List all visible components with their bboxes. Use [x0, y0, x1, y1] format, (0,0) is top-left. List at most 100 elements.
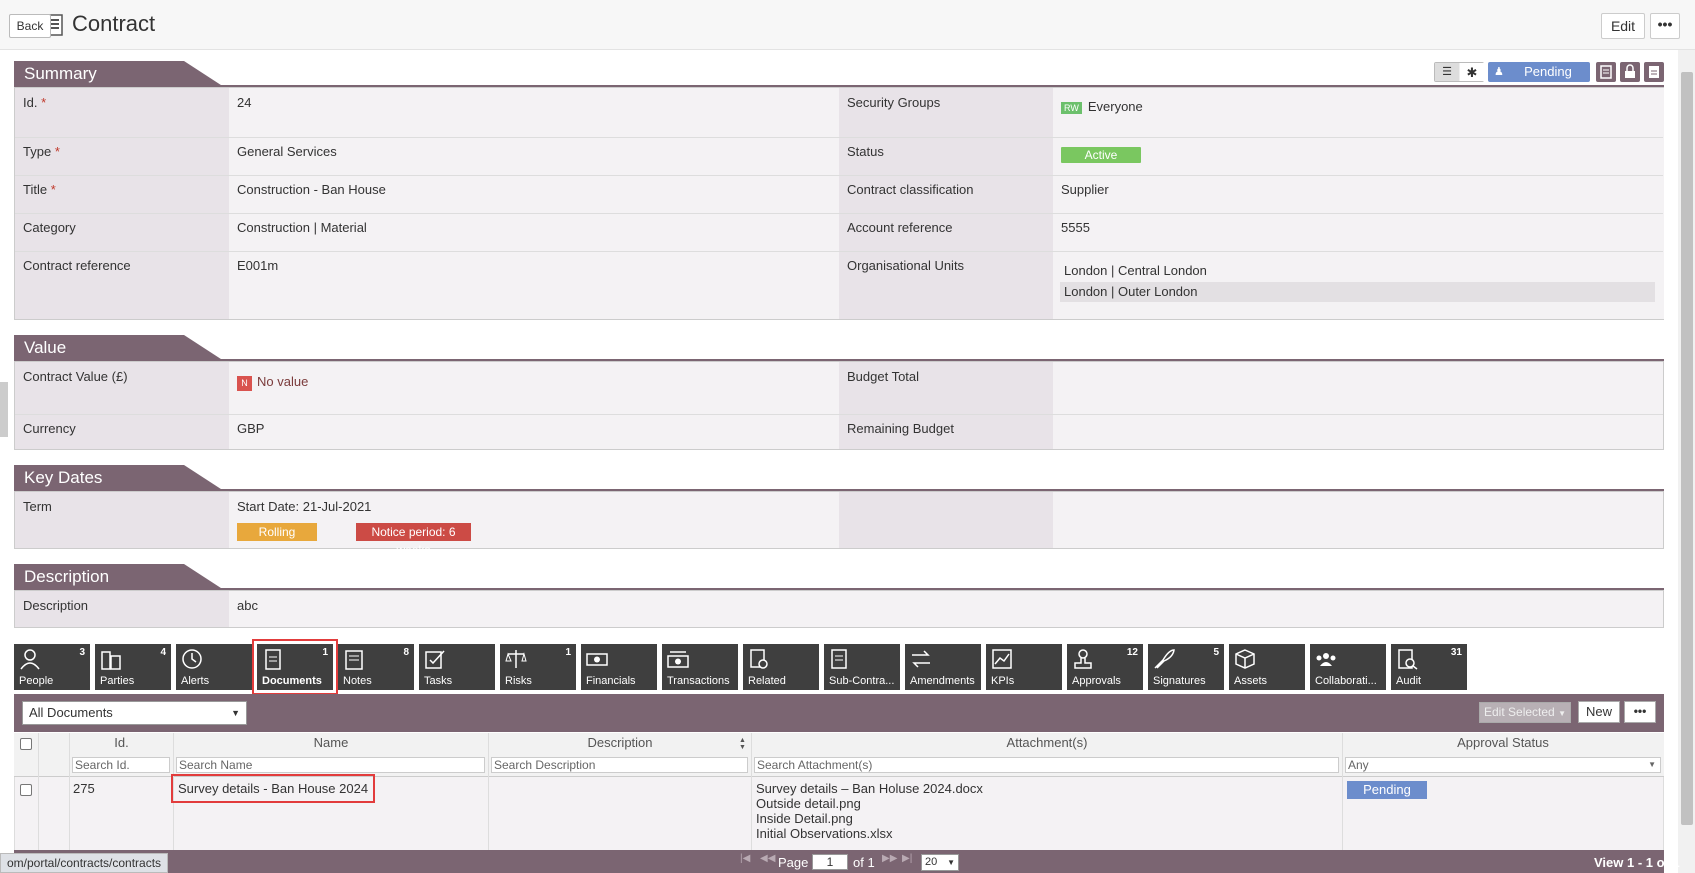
value-grid: Contract Value (£) N No value Budget Tota… [14, 361, 1664, 450]
contract-reference-label: Contract reference [23, 258, 131, 273]
more-options-button[interactable]: ••• [1650, 13, 1680, 39]
search-name-input[interactable]: Search Name [176, 757, 485, 773]
value-title: Value [14, 335, 224, 361]
tab-kpis[interactable]: KPIs [986, 644, 1062, 690]
page-total-label: of 1 [853, 855, 875, 870]
next-page-icon[interactable]: ▶▶ [882, 853, 897, 864]
prev-page-icon[interactable]: ◀◀ [760, 853, 775, 864]
side-panel-handle[interactable] [0, 382, 8, 437]
remaining-budget-label: Remaining Budget [847, 421, 954, 436]
start-date-value: Start Date: 21-Jul-2021 [237, 499, 372, 514]
category-label: Category [23, 220, 76, 235]
tab-notes[interactable]: 8 Notes [338, 644, 414, 690]
rolling-badge: Rolling [237, 523, 317, 541]
column-header-description[interactable]: Description [489, 735, 751, 753]
tab-sub-contracts[interactable]: Sub-Contra... [824, 644, 900, 690]
column-header-approval-status[interactable]: Approval Status [1343, 735, 1663, 753]
description-grid: Description abc [14, 590, 1664, 628]
tab-approvals[interactable]: 12 Approvals [1067, 644, 1143, 690]
tab-assets[interactable]: Assets [1229, 644, 1305, 690]
document-filter-select[interactable]: All Documents ▼ [22, 701, 247, 725]
search-description-input[interactable]: Search Description [491, 757, 748, 773]
approval-status-badge[interactable]: Pending [1347, 781, 1427, 799]
tab-people[interactable]: 3 People [14, 644, 90, 690]
key-dates-header: Key Dates [14, 465, 1664, 491]
tab-documents[interactable]: 1 Documents [252, 639, 338, 695]
column-header-attachments[interactable]: Attachment(s) [752, 735, 1342, 753]
account-reference-label: Account reference [847, 220, 953, 235]
status-label: Status [847, 144, 884, 159]
id-value: 24 [237, 95, 252, 110]
description-title: Description [14, 564, 224, 590]
document-id: 275 [73, 781, 95, 796]
chevron-down-icon: ▼ [947, 858, 955, 867]
documents-more-button[interactable]: ••• [1624, 701, 1656, 723]
tab-alerts[interactable]: Alerts [176, 644, 252, 690]
select-all-checkbox[interactable] [20, 738, 32, 750]
approval-status-filter[interactable]: Any ▼ [1345, 757, 1661, 773]
attachment-item[interactable]: Inside Detail.png [756, 811, 853, 826]
row-checkbox[interactable] [20, 784, 32, 796]
page-title: Contract [72, 11, 156, 36]
back-button[interactable]: Back [9, 14, 51, 38]
attachment-item[interactable]: Outside detail.png [756, 796, 861, 811]
tab-audit[interactable]: 31 Audit [1391, 644, 1467, 690]
edit-selected-button[interactable]: Edit Selected ▼ [1479, 702, 1571, 723]
budget-total-label: Budget Total [847, 369, 920, 384]
tab-risks[interactable]: 1 Risks [500, 644, 576, 690]
key-dates-title: Key Dates [14, 465, 224, 491]
type-value: General Services [237, 144, 337, 159]
search-attachments-input[interactable]: Search Attachment(s) [754, 757, 1339, 773]
attachment-item[interactable]: Survey details – Ban Holuse 2024.docx [756, 781, 983, 796]
last-page-icon[interactable]: ▶| [902, 853, 912, 864]
classification-label: Contract classification [847, 182, 974, 197]
scroll-thumb[interactable] [1681, 72, 1693, 825]
currency-value: GBP [237, 421, 265, 436]
account-reference-value: 5555 [1061, 220, 1090, 235]
column-header-id[interactable]: Id. [70, 735, 173, 753]
attachment-item[interactable]: Initial Observations.xlsx [756, 826, 893, 841]
rw-badge: RW [1061, 102, 1082, 114]
tab-parties[interactable]: 4 Parties [95, 644, 171, 690]
status-value: Active [1053, 140, 1149, 170]
value-header: Value [14, 335, 1664, 361]
title-value: Construction - Ban House [237, 182, 386, 197]
contract-value-label: Contract Value (£) [23, 369, 128, 384]
type-label: Type * [23, 144, 60, 159]
tab-signatures[interactable]: 5 Signatures [1148, 644, 1224, 690]
new-document-button[interactable]: New [1578, 701, 1620, 723]
security-groups-label: Security Groups [847, 95, 941, 110]
edit-button[interactable]: Edit [1601, 13, 1645, 39]
tab-related[interactable]: Related [743, 644, 819, 690]
contract-reference-value: E001m [237, 258, 279, 273]
search-id-input[interactable]: Search Id. [72, 757, 170, 773]
page-label: Page [778, 855, 809, 870]
id-label: Id. * [23, 95, 47, 110]
no-value-badge: N [237, 376, 252, 391]
org-unit-item: London | Outer London [1060, 282, 1655, 302]
page-size-select[interactable]: 20 ▼ [921, 854, 959, 871]
summary-header: Summary [14, 61, 1664, 87]
tab-transactions[interactable]: Transactions [662, 644, 738, 690]
description-value: abc [237, 598, 258, 613]
sort-icon[interactable]: ▲ ▼ [739, 737, 746, 751]
first-page-icon[interactable]: |◀ [740, 853, 750, 864]
description-header: Description [14, 564, 1664, 590]
tab-tasks[interactable]: Tasks [419, 644, 495, 690]
document-name[interactable]: Survey details - Ban House 2024 [170, 774, 376, 803]
contract-value: N No value [229, 367, 316, 398]
org-units-label: Organisational Units [847, 258, 965, 273]
tab-amendments[interactable]: Amendments [905, 644, 981, 690]
column-header-name[interactable]: Name [174, 735, 488, 753]
security-groups-value: RW Everyone [1053, 92, 1151, 121]
documents-toolbar [14, 694, 1664, 732]
term-label: Term [23, 499, 52, 514]
page-number-input[interactable]: 1 [812, 854, 848, 870]
currency-label: Currency [23, 421, 76, 436]
summary-title: Summary [14, 61, 224, 87]
view-range-text: View 1 - 1 of 1 [1594, 855, 1680, 870]
chevron-down-icon: ▼ [231, 708, 240, 718]
tab-financials[interactable]: Financials [581, 644, 657, 690]
description-label: Description [23, 598, 89, 613]
tab-collaboration[interactable]: Collaborati... [1310, 644, 1386, 690]
